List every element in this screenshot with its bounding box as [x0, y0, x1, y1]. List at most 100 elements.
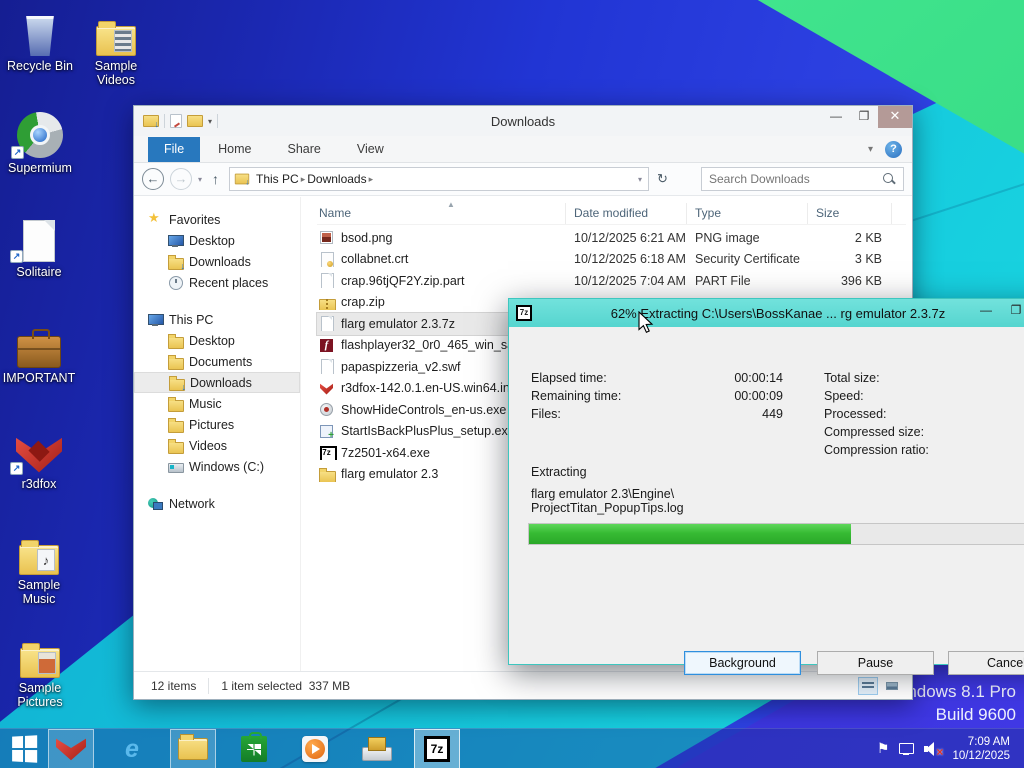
progress-bar [528, 523, 1024, 545]
taskbar-button-internet-explorer[interactable]: e [109, 729, 155, 768]
desktop-icon-solitaire[interactable]: ↗ Solitaire [2, 214, 76, 279]
dialog-titlebar[interactable]: 7z 62% Extracting C:\Users\BossKanae ...… [509, 299, 1024, 327]
start-button[interactable] [0, 729, 48, 768]
taskbar-button-7zip[interactable]: 7z [414, 728, 460, 768]
media-player-icon [302, 735, 328, 762]
sidebar-item-label: Windows (C:) [189, 459, 265, 474]
table-row[interactable]: crap.96tjQF2Y.zip.part 10/12/2025 7:04 AM… [317, 270, 906, 292]
window-title: Downloads [490, 113, 556, 129]
search-input[interactable] [702, 172, 881, 186]
dialog-minimize-button[interactable]: — [971, 299, 1001, 323]
table-row[interactable]: bsod.png 10/12/2025 6:21 AM PNG image 2 KB [317, 227, 906, 249]
volume-muted-icon[interactable]: × [924, 741, 943, 759]
taskbar-clock[interactable]: 7:09 AM 10/12/2025 [952, 735, 1014, 763]
tab-file[interactable]: File [148, 137, 201, 162]
file-explorer-icon [178, 733, 208, 760]
back-button[interactable]: ← [142, 168, 164, 190]
column-header-size[interactable]: Size [808, 203, 892, 224]
sidebar-item-documents[interactable]: Documents [134, 351, 300, 372]
sidebar-item-recentplaces[interactable]: Recent places [134, 272, 300, 293]
nav-group-header-network[interactable]: Network [134, 493, 300, 514]
nav-group-header-favorites[interactable]: Favorites [134, 209, 300, 230]
column-header-name[interactable]: Name ▲ [317, 200, 566, 224]
maximize-button[interactable]: ❐ [850, 106, 878, 128]
dialog-maximize-button[interactable]: ❐ [1001, 299, 1024, 323]
sidebar-item-music[interactable]: Music [134, 393, 300, 414]
close-button[interactable]: ✕ [878, 106, 912, 128]
taskbar: e 7z ⚑ × 7:09 AM 10/12/2025 [0, 728, 1024, 768]
sidebar-item-label: Recent places [189, 275, 269, 290]
customize-qat-chevron-icon[interactable]: ▾ [208, 117, 212, 126]
tab-share[interactable]: Share [270, 137, 339, 162]
sidebar-item-desktop[interactable]: Desktop [134, 330, 300, 351]
column-header-date-modified[interactable]: Date modified [566, 203, 687, 224]
table-row[interactable]: collabnet.crt 10/12/2025 6:18 AM Security … [317, 249, 906, 271]
desktop-icon-r3dfox[interactable]: ↗ r3dfox [2, 426, 76, 491]
file-name-cell: collabnet.crt [317, 251, 566, 267]
refresh-icon[interactable]: ↻ [655, 171, 670, 187]
background-button[interactable]: Background [684, 651, 801, 675]
column-header-type[interactable]: Type [687, 203, 808, 224]
mon-icon [168, 233, 184, 248]
new-folder-icon[interactable] [187, 115, 203, 127]
recent-icon [168, 275, 183, 290]
sidebar-item-downloads[interactable]: ↓ Downloads [134, 251, 300, 272]
taskbar-button-file-explorer[interactable] [170, 728, 216, 768]
sidebar-item-pictures[interactable]: Pictures [134, 414, 300, 435]
breadcrumb-separator-icon: ▸ [368, 173, 374, 184]
cancel-button[interactable]: Cancel [948, 651, 1024, 675]
desktop-icon-important[interactable]: IMPORTANT [2, 320, 76, 385]
taskbar-button-installer[interactable] [353, 729, 399, 768]
system-tray: ⚑ × 7:09 AM 10/12/2025 [877, 735, 1024, 763]
properties-icon[interactable] [170, 114, 182, 128]
taskbar-apps: e 7z [48, 728, 475, 768]
r3dfox-icon: ↗ [2, 426, 76, 475]
file-date-cell: 10/12/2025 7:04 AM [574, 273, 686, 288]
breadcrumb-item[interactable]: This PC [254, 172, 301, 186]
nav-group-header-this-pc[interactable]: This PC [134, 309, 300, 330]
view-switcher [858, 676, 912, 695]
address-box[interactable]: This PC▸Downloads▸ ▾ [229, 167, 650, 191]
taskbar-button-windows-store[interactable] [231, 729, 277, 768]
recent-locations-chevron-icon[interactable]: ▾ [198, 175, 202, 184]
taskbar-button-media-player[interactable] [292, 729, 338, 768]
minimize-button[interactable]: — [822, 106, 850, 128]
taskbar-button-r3dfox[interactable] [48, 728, 94, 768]
file-icon-app [319, 402, 334, 417]
file-name: 7z2501-x64.exe [341, 445, 430, 460]
folder-icon: ↓ [168, 254, 185, 271]
sevenzip-progress-dialog: 7z 62% Extracting C:\Users\BossKanae ...… [508, 298, 1024, 675]
breadcrumb-item[interactable]: Downloads [305, 172, 368, 186]
search-icon[interactable] [881, 171, 897, 187]
tab-home[interactable]: Home [200, 137, 269, 162]
expand-ribbon-chevron-icon[interactable]: ▾ [868, 144, 873, 155]
desktop-icon-sample-pictures[interactable]: Sample Pictures [3, 630, 77, 709]
folder-icon [168, 417, 184, 433]
pause-button[interactable]: Pause [817, 651, 934, 675]
desktop-icon-sample-videos[interactable]: Sample Videos [79, 8, 153, 87]
desktop-icon-recycle-bin[interactable]: Recycle Bin [3, 8, 77, 73]
sidebar-item-label: Desktop [189, 233, 235, 248]
file-icon-fox [319, 381, 334, 396]
network-icon[interactable] [899, 742, 915, 755]
thumbnails-view-button[interactable] [882, 677, 902, 695]
search-box[interactable] [701, 167, 904, 191]
details-view-button[interactable] [858, 676, 878, 695]
forward-button[interactable]: → [170, 168, 192, 190]
help-icon[interactable]: ? [885, 141, 902, 158]
sidebar-item-label: Videos [189, 438, 227, 453]
tab-view[interactable]: View [339, 137, 402, 162]
installer-icon [362, 736, 392, 761]
sidebar-item-downloads[interactable]: ↓ Downloads [134, 372, 300, 393]
desktop-icon-sample-music[interactable]: ♪ Sample Music [2, 527, 76, 606]
address-dropdown-chevron-icon[interactable]: ▾ [638, 175, 644, 184]
desktop-icon-supermium[interactable]: ↗ Supermium [3, 110, 77, 175]
sidebar-item-windowsc[interactable]: Windows (C:) [134, 456, 300, 477]
sidebar-item-desktop[interactable]: Desktop [134, 230, 300, 251]
sidebar-item-videos[interactable]: Videos [134, 435, 300, 456]
up-button[interactable]: ↑ [208, 171, 223, 187]
action-center-flag-icon[interactable]: ⚑ [877, 740, 890, 757]
file-name: crap.zip [341, 295, 385, 310]
7zip-icon: 7z [516, 305, 532, 321]
explorer-titlebar[interactable]: ▾ Downloads — ❐ ✕ [134, 106, 912, 136]
